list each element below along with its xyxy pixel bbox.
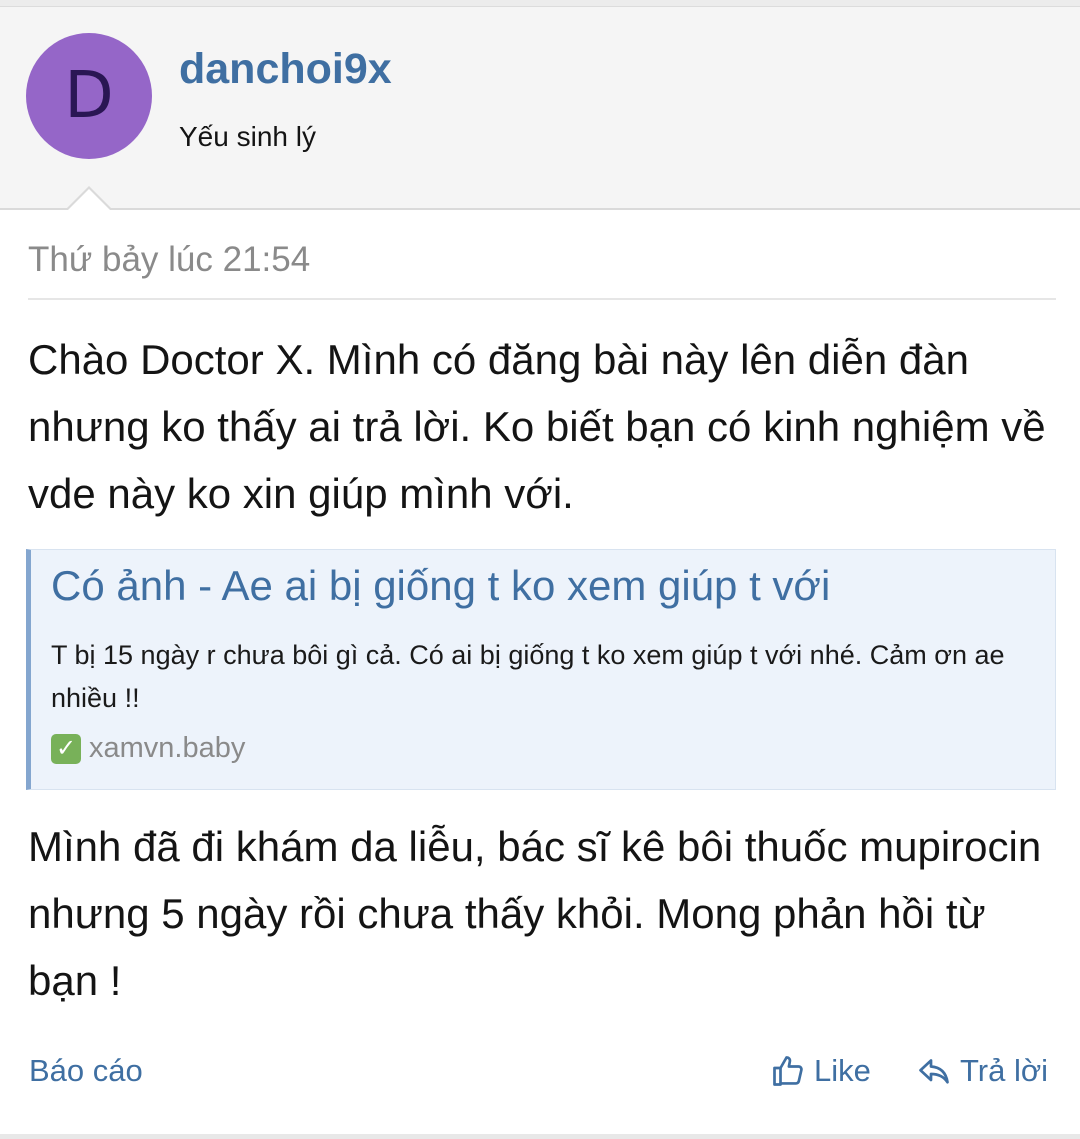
header-caret-inner (68, 189, 110, 210)
link-preview-domain: xamvn.baby (89, 732, 246, 764)
bottom-divider (0, 1134, 1080, 1139)
username-link[interactable]: danchoi9x (179, 45, 392, 94)
avatar-letter: D (64, 59, 114, 133)
post-date[interactable]: Thứ bảy lúc 21:54 (28, 240, 310, 280)
check-mark-icon: ✓ (51, 733, 81, 764)
top-divider (0, 0, 1080, 7)
link-preview-source: ✓ xamvn.baby (51, 732, 245, 765)
like-label: Like (814, 1053, 871, 1088)
reply-label: Trả lời (960, 1053, 1049, 1088)
message-body-intro: Chào Doctor X. Mình có đăng bài này lên … (28, 336, 1046, 517)
avatar[interactable]: D (26, 33, 152, 159)
post-author-header: D danchoi9x Yếu sinh lý (0, 7, 1080, 210)
user-title: Yếu sinh lý (179, 121, 316, 152)
report-button[interactable]: Báo cáo (29, 1053, 143, 1089)
link-preview-title[interactable]: Có ảnh - Ae ai bị giống t ko xem giúp t … (51, 562, 830, 610)
thumbs-up-icon (773, 1056, 803, 1086)
reply-arrow-icon (919, 1059, 949, 1084)
like-button[interactable]: Like (770, 1053, 871, 1089)
date-divider (28, 298, 1056, 300)
link-preview-description: T bị 15 ngày r chưa bôi gì cả. Có ai bị … (51, 640, 1005, 713)
message-body-followup: Mình đã đi khám da liễu, bác sĩ kê bôi t… (28, 823, 1042, 1004)
link-preview-card[interactable]: Có ảnh - Ae ai bị giống t ko xem giúp t … (26, 549, 1056, 790)
reply-button[interactable]: Trả lời (916, 1053, 1048, 1089)
